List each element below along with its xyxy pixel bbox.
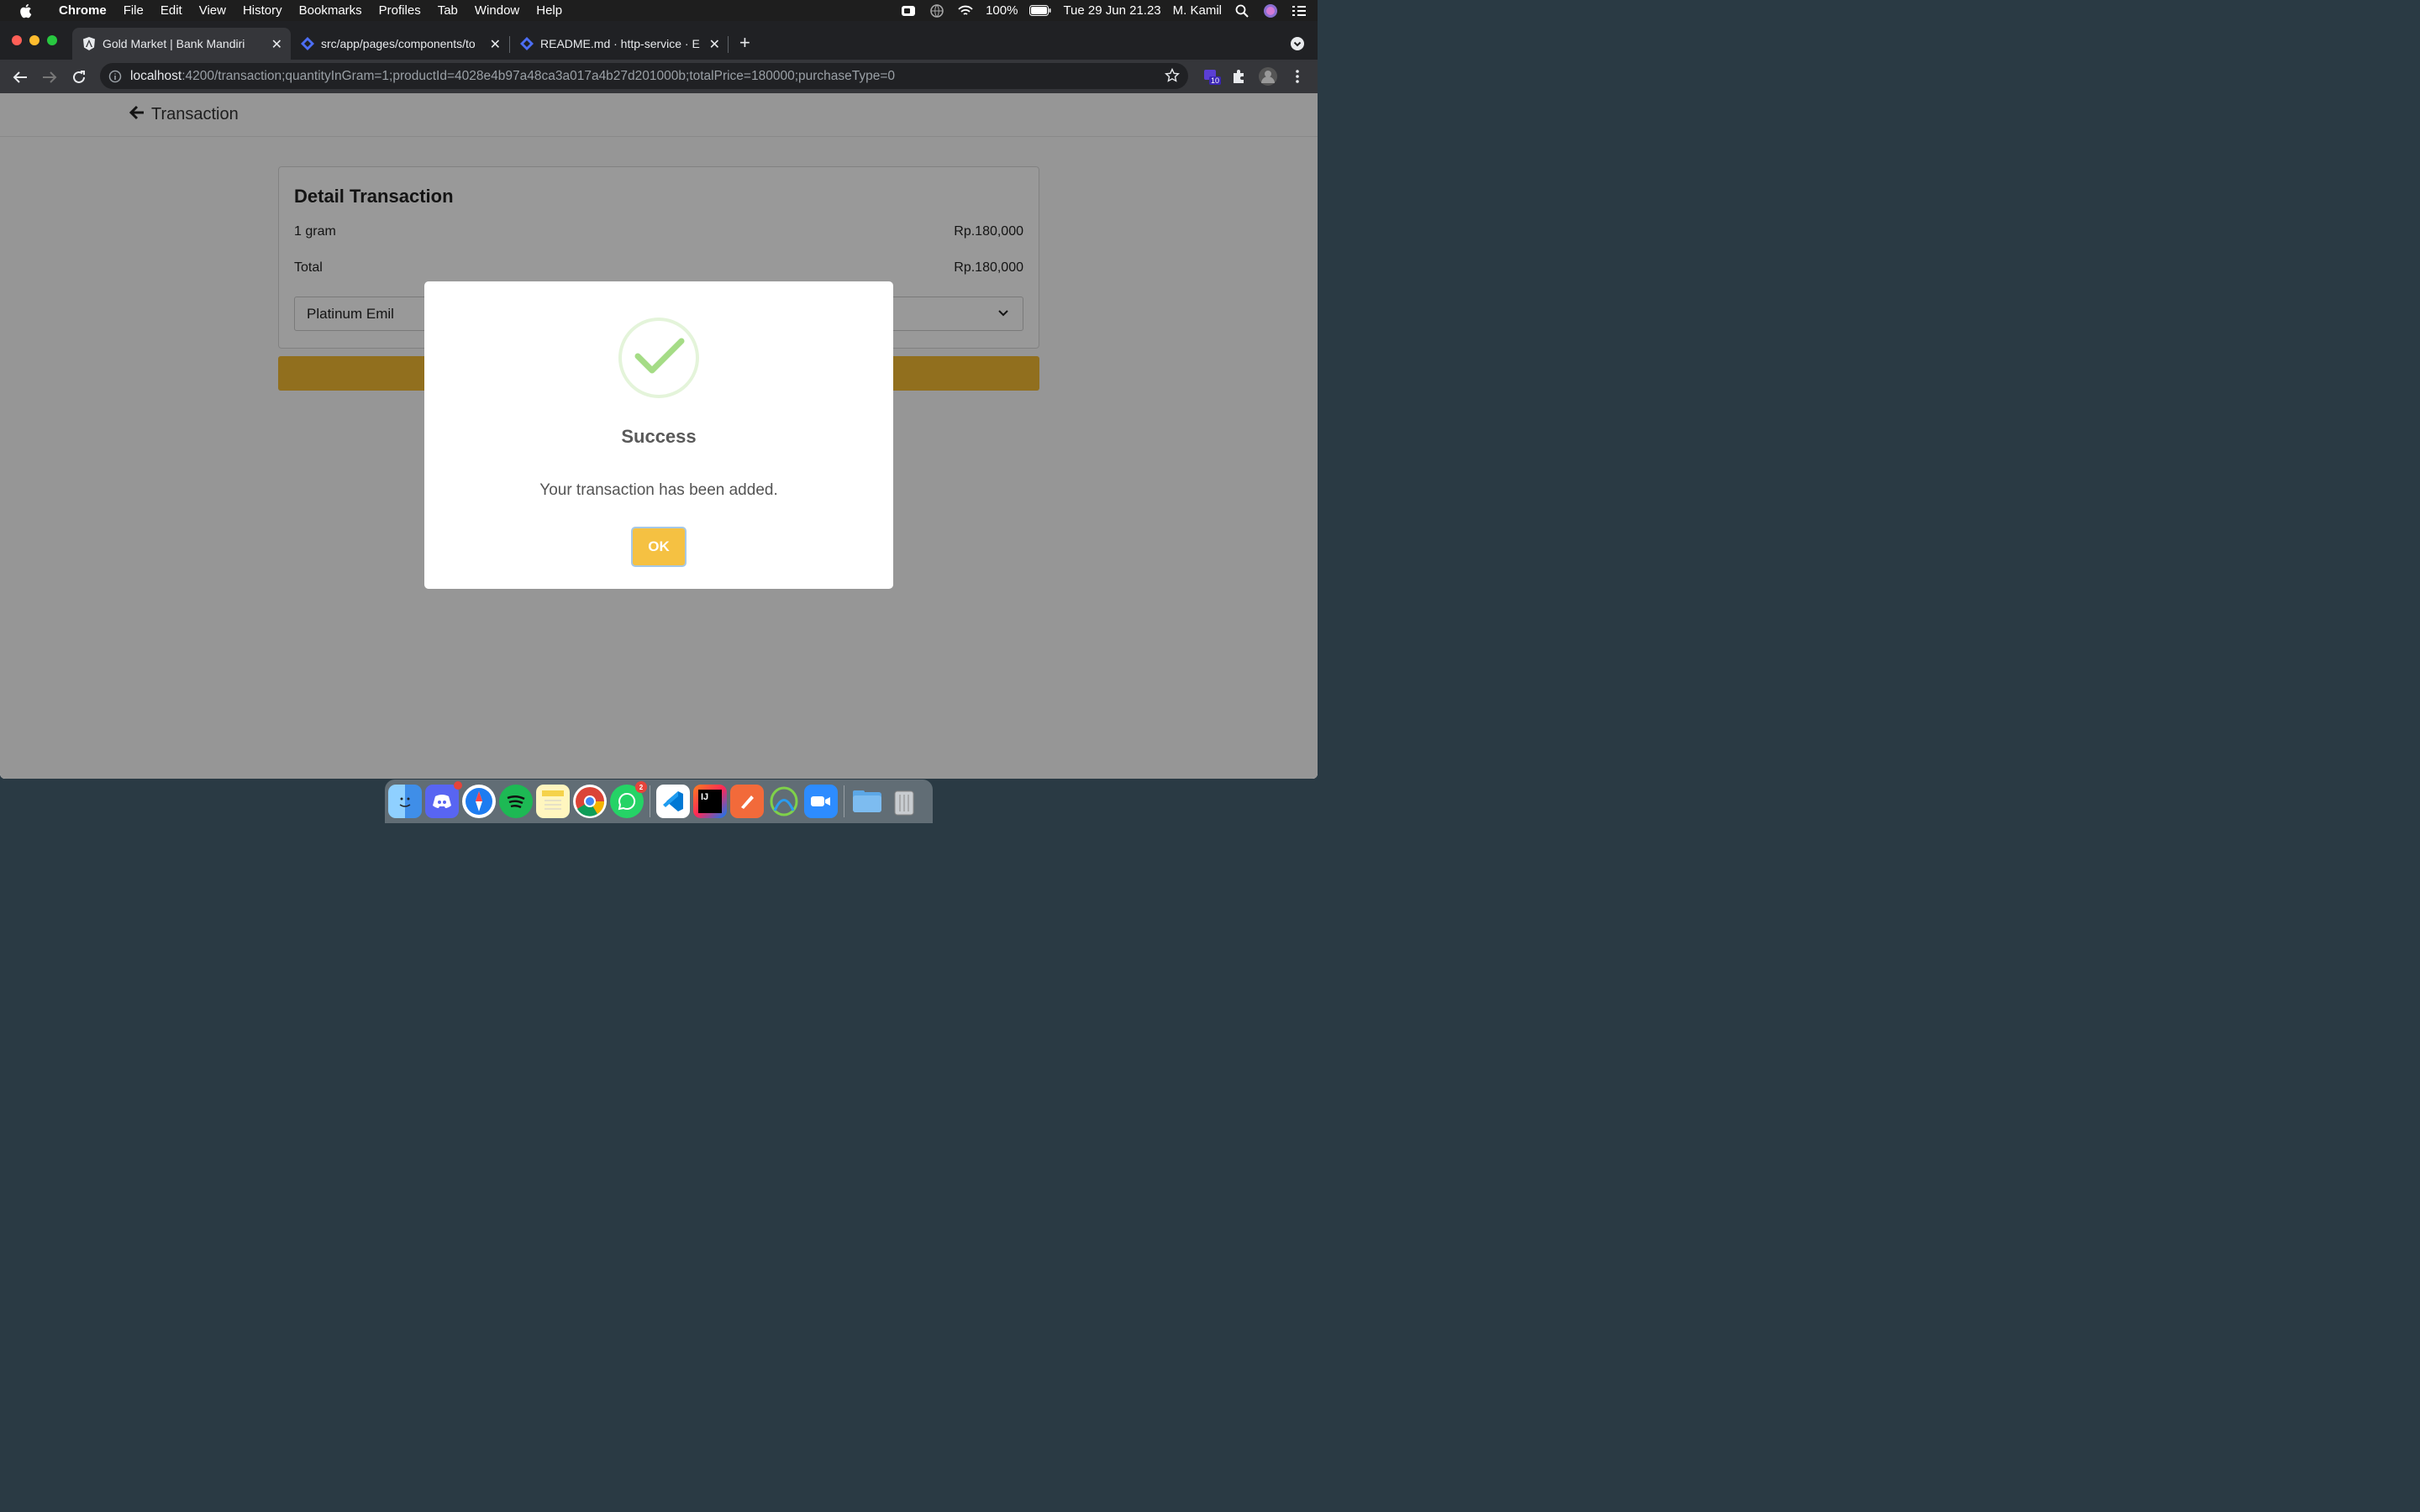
menubar-clock[interactable]: Tue 29 Jun 21.23 [1063,3,1160,18]
menu-help[interactable]: Help [528,3,571,18]
back-arrow-icon[interactable] [11,68,29,87]
intellij-icon[interactable]: IJ [693,785,727,818]
discord-icon[interactable] [425,781,462,818]
menu-file[interactable]: File [115,3,152,18]
close-tab-icon[interactable]: ✕ [490,36,501,53]
maximize-window-button[interactable] [47,35,57,45]
chrome-menu-icon[interactable] [1288,67,1307,86]
whatsapp-notification-badge: 2 [635,781,647,793]
control-center-icon[interactable] [1291,4,1307,18]
tab-jira-source[interactable]: src/app/pages/components/to ✕ [291,28,509,60]
bookmark-star-icon[interactable] [1164,67,1181,87]
macos-menubar: Chrome File Edit View History Bookmarks … [0,0,1318,21]
address-bar[interactable]: localhost:4200/transaction;quantityInGra… [100,63,1188,89]
jira-icon [301,37,314,50]
extension-badge-count: 10 [1211,76,1220,85]
finder-icon[interactable] [388,785,422,818]
menu-profiles[interactable]: Profiles [371,3,429,18]
reload-icon[interactable] [70,68,88,87]
site-info-icon[interactable] [100,70,130,83]
menubar-status-area: 100% Tue 29 Jun 21.23 M. Kamil [900,0,1307,21]
ok-button[interactable]: OK [631,527,687,567]
tab-readme[interactable]: README.md · http-service · En ✕ [510,28,729,60]
forward-arrow-icon[interactable] [40,68,59,87]
tab-title: README.md · http-service · En [540,37,700,50]
menu-app-name[interactable]: Chrome [50,3,115,18]
notes-icon[interactable] [536,785,570,818]
postman-icon[interactable] [730,785,764,818]
angular-icon [82,37,96,50]
profile-avatar[interactable] [1259,67,1277,86]
zoom-icon[interactable] [804,785,838,818]
window-controls [12,35,57,45]
tab-strip: Gold Market | Bank Mandiri ✕ src/app/pag… [0,21,1318,60]
tab-gold-market[interactable]: Gold Market | Bank Mandiri ✕ [72,28,291,60]
minimize-window-button[interactable] [29,35,39,45]
folder-icon[interactable] [850,785,884,818]
apple-icon[interactable] [0,3,50,18]
trash-icon[interactable] [887,785,921,818]
new-tab-plus-icon[interactable]: + [739,34,750,52]
dialog-message: Your transaction has been added. [539,481,778,499]
browser-toolbar: localhost:4200/transaction;quantityInGra… [0,60,1318,93]
close-tab-icon[interactable]: ✕ [709,36,720,53]
tab-title: src/app/pages/components/to [321,37,476,50]
safari-icon[interactable] [462,785,496,818]
menu-tab[interactable]: Tab [429,3,466,18]
siri-icon[interactable] [1262,3,1279,18]
page-content: Transaction Detail Transaction 1 gram Rp… [0,93,1318,779]
globe-icon[interactable] [929,3,945,18]
url-host: localhost [130,68,182,83]
wifi-icon[interactable] [957,4,974,18]
success-check-icon [618,318,699,398]
close-tab-icon[interactable]: ✕ [271,36,282,53]
url-path: :4200/transaction;quantityInGram=1;produ… [182,68,896,83]
extensions-puzzle-icon[interactable] [1229,67,1248,86]
vscode-icon[interactable] [656,785,690,818]
menu-window[interactable]: Window [466,3,528,18]
whatsapp-icon[interactable]: 2 [610,781,647,818]
menubar-user[interactable]: M. Kamil [1173,3,1222,18]
success-dialog: Success Your transaction has been added.… [424,281,893,589]
menu-view[interactable]: View [191,3,234,18]
battery-icon[interactable] [1029,4,1051,18]
macos-dock: 2 IJ [385,780,933,823]
tab-title: Gold Market | Bank Mandiri [103,37,245,50]
battery-percent: 100% [986,3,1018,18]
dialog-title: Success [621,426,697,447]
jira-icon [520,37,534,50]
tab-divider [728,36,729,53]
menu-history[interactable]: History [234,3,291,18]
chrome-icon[interactable] [573,785,607,818]
menu-bookmarks[interactable]: Bookmarks [291,3,371,18]
spotlight-search-icon[interactable] [1234,4,1250,18]
lasso-app-icon[interactable] [767,785,801,818]
chrome-window: Gold Market | Bank Mandiri ✕ src/app/pag… [0,21,1318,779]
close-window-button[interactable] [12,35,22,45]
extension-badge-icon[interactable]: 10 [1202,67,1221,86]
tab-search-icon[interactable] [1291,37,1304,50]
menu-edit[interactable]: Edit [152,3,191,18]
video-camera-icon[interactable] [900,4,917,18]
discord-notification-badge [454,781,462,790]
spotify-icon[interactable] [499,785,533,818]
